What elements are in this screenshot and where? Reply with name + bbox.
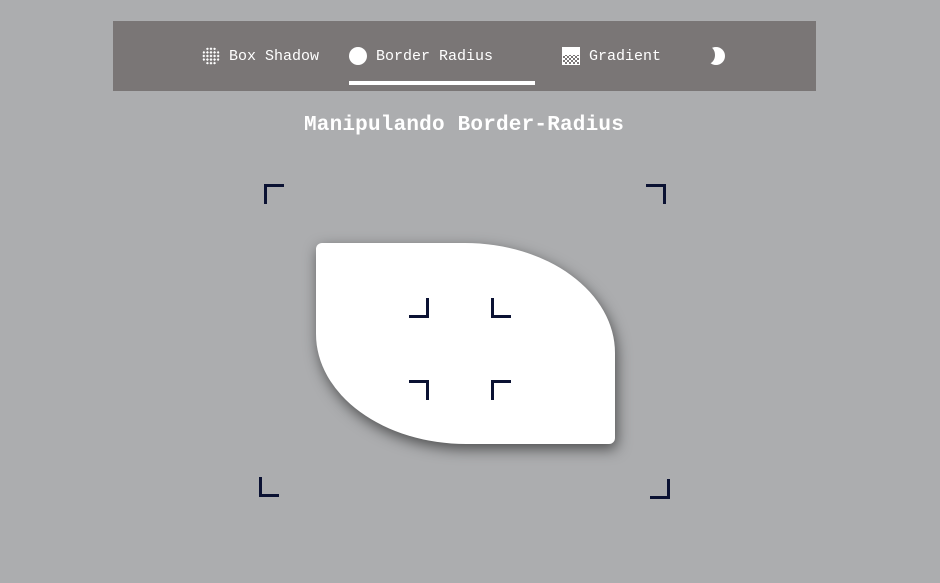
dot-grid-icon [202, 47, 220, 65]
inner-handle-top-left[interactable] [409, 298, 429, 318]
inner-handle-top-right[interactable] [491, 298, 511, 318]
inner-handle-bottom-right[interactable] [491, 380, 511, 400]
top-navbar: Box Shadow Border Radius Gradient [113, 21, 816, 91]
inner-handle-bottom-left[interactable] [409, 380, 429, 400]
theme-toggle-button[interactable] [700, 21, 734, 91]
tab-gradient-label: Gradient [589, 47, 662, 65]
tab-box-shadow[interactable]: Box Shadow [202, 21, 319, 91]
outer-handle-bottom-left[interactable] [259, 477, 279, 497]
border-radius-preview [316, 243, 615, 444]
outer-handle-bottom-right[interactable] [650, 479, 670, 499]
tab-border-radius-label: Border Radius [376, 47, 494, 65]
tab-border-radius[interactable]: Border Radius [349, 21, 535, 91]
tab-box-shadow-label: Box Shadow [229, 47, 320, 65]
circle-icon [349, 47, 367, 65]
outer-handle-top-left[interactable] [264, 184, 284, 204]
gradient-icon [562, 47, 580, 65]
page-title: Manipulando Border-Radius [303, 114, 625, 137]
tab-gradient[interactable]: Gradient [562, 21, 661, 91]
moon-icon [700, 46, 725, 65]
active-tab-indicator [349, 81, 535, 85]
outer-handle-top-right[interactable] [646, 184, 666, 204]
